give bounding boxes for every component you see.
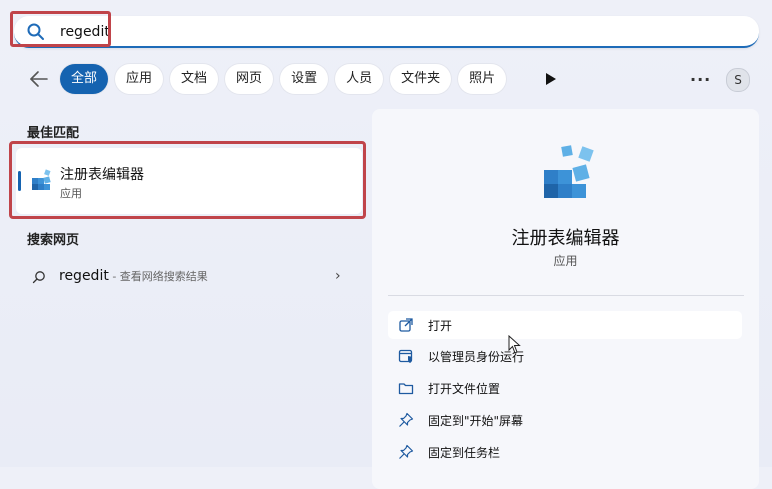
action-run-as-admin[interactable]: 以管理员身份运行 — [388, 342, 742, 370]
details-app-type: 应用 — [553, 254, 578, 268]
filter-chip-documents[interactable]: 文档 — [170, 64, 219, 94]
admin-shield-icon — [398, 349, 413, 363]
action-open-file-location-label: 打开文件位置 — [428, 382, 501, 396]
action-open-file-location[interactable]: 打开文件位置 — [388, 374, 742, 402]
filter-chip-all[interactable]: 全部 — [60, 64, 109, 94]
action-pin-to-taskbar[interactable]: 固定到任务栏 — [388, 438, 742, 466]
filter-chips: 全部 应用 文档 网页 设置 人员 文件夹 照片 — [60, 64, 507, 94]
best-match-heading: 最佳匹配 — [27, 126, 80, 141]
search-highlight-box — [10, 11, 111, 47]
web-search-hint: - 查看网络搜索结果 — [108, 270, 208, 283]
divider — [388, 295, 744, 296]
web-search-item[interactable]: regedit - 查看网络搜索结果 › — [16, 262, 360, 294]
web-search-heading: 搜索网页 — [27, 233, 80, 248]
details-app-name: 注册表编辑器 — [511, 228, 620, 249]
chevron-right-icon: › — [335, 268, 341, 284]
web-search-query-text: regedit — [59, 268, 109, 284]
open-external-icon — [399, 318, 413, 332]
search-input[interactable] — [58, 20, 662, 44]
filter-chip-photos[interactable]: 照片 — [458, 64, 507, 94]
avatar[interactable]: S — [726, 68, 750, 92]
filter-chip-settings[interactable]: 设置 — [280, 64, 329, 94]
filter-chip-folders[interactable]: 文件夹 — [390, 64, 452, 94]
play-icon[interactable] — [545, 72, 557, 86]
pin-icon — [399, 412, 414, 427]
filter-chip-web[interactable]: 网页 — [225, 64, 274, 94]
best-match-highlight-box — [9, 141, 366, 219]
action-pin-to-start[interactable]: 固定到"开始"屏幕 — [388, 406, 742, 434]
mouse-cursor-icon — [508, 335, 521, 354]
web-search-query: regedit - 查看网络搜索结果 — [59, 268, 208, 284]
folder-icon — [398, 383, 414, 395]
action-pin-to-start-label: 固定到"开始"屏幕 — [428, 414, 524, 428]
action-open-label: 打开 — [428, 319, 453, 333]
action-pin-to-taskbar-label: 固定到任务栏 — [428, 446, 501, 460]
pin-icon — [399, 444, 414, 459]
more-options-icon[interactable]: ··· — [690, 70, 711, 89]
filter-chip-people[interactable]: 人员 — [335, 64, 384, 94]
registry-editor-large-icon — [544, 145, 594, 198]
search-bar[interactable] — [14, 16, 759, 48]
web-search-icon — [32, 271, 45, 284]
action-open[interactable]: 打开 — [388, 311, 742, 339]
back-arrow-icon[interactable] — [28, 69, 50, 89]
filter-chip-apps[interactable]: 应用 — [115, 64, 164, 94]
